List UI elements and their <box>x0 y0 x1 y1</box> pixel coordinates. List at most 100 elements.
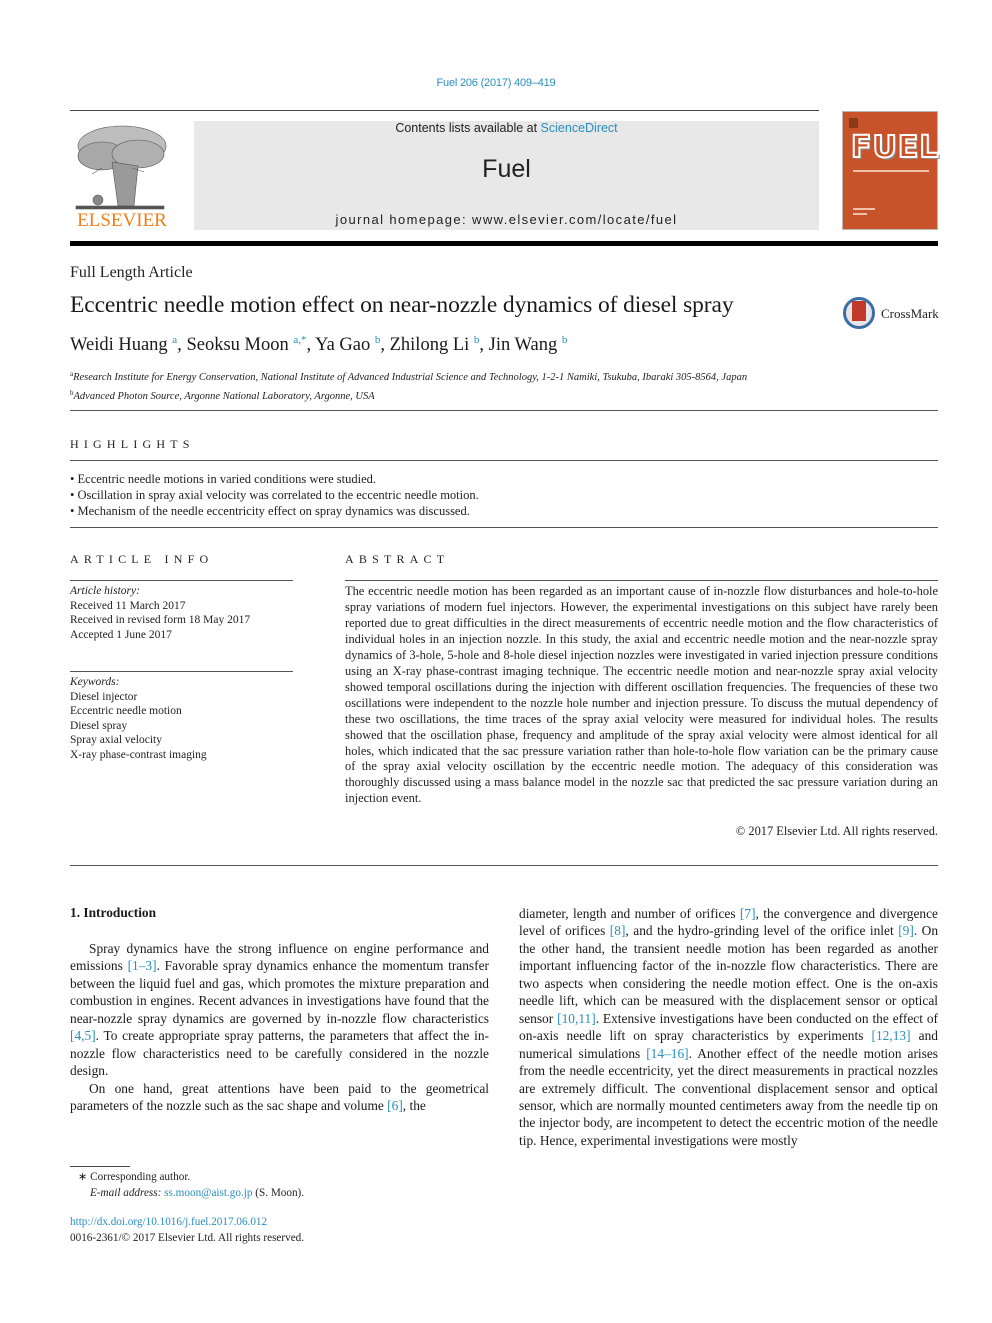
affiliation: bAdvanced Photon Source, Argonne Nationa… <box>70 386 747 405</box>
elsevier-tree-icon <box>75 125 167 210</box>
journal-name: Fuel <box>482 155 531 183</box>
abstract-text: The eccentric needle motion has been reg… <box>345 584 938 806</box>
author-name[interactable]: Ya Gao <box>315 335 370 355</box>
cover-publisher-mark <box>849 118 858 128</box>
divider <box>70 580 293 581</box>
divider <box>345 580 938 581</box>
highlight-text: Eccentric needle motions in varied condi… <box>77 472 377 486</box>
section-heading-introduction: 1. Introduction <box>70 905 157 920</box>
header-thick-rule <box>70 241 938 246</box>
contents-line: Contents lists available at ScienceDirec… <box>194 121 819 135</box>
body-paragraph: Spray dynamics have the strong influence… <box>70 940 489 1080</box>
history-entry: Accepted 1 June 2017 <box>70 628 172 641</box>
divider <box>70 527 938 528</box>
author-list: Weidi Huang a, Seoksu Moon a,*, Ya Gao b… <box>70 334 568 355</box>
email-line: E-mail address: ss.moon@aist.go.jp (S. M… <box>78 1185 304 1201</box>
author-affiliation-mark[interactable]: b <box>375 334 381 346</box>
cover-title: FUEL <box>850 129 940 166</box>
email-link[interactable]: ss.moon@aist.go.jp <box>164 1187 252 1199</box>
issn-copyright: 0016-2361/© 2017 Elsevier Ltd. All right… <box>70 1231 305 1244</box>
keywords: Keywords: Diesel injector Eccentric need… <box>70 675 207 762</box>
author-name[interactable]: Weidi Huang <box>70 335 168 355</box>
reference-link[interactable]: [1–3] <box>128 958 157 973</box>
journal-citation[interactable]: Fuel 206 (2017) 409–419 <box>0 77 992 89</box>
journal-banner: Contents lists available at ScienceDirec… <box>194 121 819 230</box>
affiliation-text: Research Institute for Energy Conservati… <box>73 372 748 383</box>
article-info-heading: ARTICLE INFO <box>70 552 214 566</box>
divider <box>70 410 938 411</box>
article-type: Full Length Article <box>70 264 193 281</box>
affiliations: aResearch Institute for Energy Conservat… <box>70 367 747 404</box>
reference-link[interactable]: [12,13] <box>872 1028 911 1043</box>
history-entry: Received 11 March 2017 <box>70 599 186 612</box>
elsevier-logo[interactable]: ELSEVIER <box>70 120 174 232</box>
cover-footer <box>853 208 875 210</box>
crossmark-label: CrossMark <box>881 306 939 321</box>
highlight-item: • Oscillation in spray axial velocity wa… <box>70 487 479 502</box>
body-paragraph: diameter, length and number of orifices … <box>519 905 938 1149</box>
corresponding-author-note: ∗ Corresponding author. <box>78 1169 304 1185</box>
email-suffix: (S. Moon). <box>252 1187 305 1199</box>
author-affiliation-mark[interactable]: b <box>562 334 568 346</box>
footnote-rule <box>70 1166 130 1167</box>
reference-link[interactable]: [10,11] <box>557 1011 596 1026</box>
reference-link[interactable]: [14–16] <box>646 1046 688 1061</box>
body-column-right: diameter, length and number of orifices … <box>519 905 938 1149</box>
divider <box>70 865 938 866</box>
author-name[interactable]: Zhilong Li <box>390 335 470 355</box>
author-name[interactable]: Jin Wang <box>489 335 558 355</box>
history-entry: Received in revised form 18 May 2017 <box>70 614 251 626</box>
author-name[interactable]: Seoksu Moon <box>186 335 288 355</box>
author-affiliation-mark[interactable]: a <box>172 334 177 346</box>
crossmark-ribbon-icon <box>852 301 866 321</box>
keywords-label: Keywords: <box>70 676 120 688</box>
body-text: , the <box>402 1098 426 1114</box>
corresponding-label: Corresponding author. <box>90 1171 191 1183</box>
keyword: Spray axial velocity <box>70 734 162 746</box>
doi-block: http://dx.doi.org/10.1016/j.fuel.2017.06… <box>70 1215 304 1246</box>
doi-link[interactable]: http://dx.doi.org/10.1016/j.fuel.2017.06… <box>70 1215 304 1231</box>
reference-link[interactable]: [4,5] <box>70 1028 96 1043</box>
affiliation-text: Advanced Photon Source, Argonne National… <box>73 390 375 402</box>
highlight-text: Oscillation in spray axial velocity was … <box>77 487 479 502</box>
article-title: Eccentric needle motion effect on near-n… <box>70 292 734 318</box>
body-paragraph: On one hand, great attentions have been … <box>70 1080 489 1115</box>
reference-link[interactable]: [7] <box>740 906 756 921</box>
footnote-star: ∗ <box>78 1171 88 1183</box>
author-affiliation-mark[interactable]: a,* <box>293 334 306 346</box>
highlight-item: • Eccentric needle motions in varied con… <box>70 472 377 486</box>
body-column-left: Spray dynamics have the strong influence… <box>70 940 489 1115</box>
highlight-item: • Mechanism of the needle eccentricity e… <box>70 503 470 518</box>
author-affiliation-mark[interactable]: b <box>474 334 480 346</box>
sciencedirect-link[interactable]: ScienceDirect <box>541 121 618 135</box>
cover-subtitle <box>853 170 929 172</box>
body-text: . To create appropriate spray patterns, … <box>70 1028 489 1079</box>
email-label: E-mail address: <box>90 1187 165 1199</box>
article-history: Article history: Received 11 March 2017 … <box>70 584 250 642</box>
crossmark-button[interactable]: CrossMark <box>843 296 943 334</box>
highlights-list: • Eccentric needle motions in varied con… <box>70 472 479 519</box>
elsevier-wordmark: ELSEVIER <box>77 210 167 231</box>
affiliation: aResearch Institute for Energy Conservat… <box>70 367 747 386</box>
reference-link[interactable]: [9] <box>898 923 914 938</box>
divider <box>70 671 293 672</box>
cover-footer <box>853 213 867 215</box>
divider <box>70 460 938 461</box>
body-text: , and the hydro-grinding level of the or… <box>625 923 899 939</box>
keyword: Eccentric needle motion <box>70 705 182 717</box>
highlight-text: Mechanism of the needle eccentricity eff… <box>77 503 470 518</box>
reference-link[interactable]: [6] <box>387 1098 403 1113</box>
article-history-label: Article history: <box>70 585 140 597</box>
abstract-copyright: © 2017 Elsevier Ltd. All rights reserved… <box>735 824 938 838</box>
keyword: X-ray phase-contrast imaging <box>70 748 207 761</box>
abstract-heading: ABSTRACT <box>345 552 450 566</box>
highlights-heading: HIGHLIGHTS <box>70 437 195 451</box>
body-text: On one hand, great attentions have been … <box>70 1080 489 1114</box>
journal-cover[interactable]: FUEL <box>842 111 940 230</box>
header-rule <box>70 110 819 111</box>
journal-homepage[interactable]: journal homepage: www.elsevier.com/locat… <box>194 212 819 227</box>
keyword: Diesel spray <box>70 719 128 732</box>
reference-link[interactable]: [8] <box>610 923 626 938</box>
footnote: ∗ Corresponding author. E-mail address: … <box>78 1169 304 1201</box>
body-text: diameter, length and number of orifices <box>519 906 740 921</box>
